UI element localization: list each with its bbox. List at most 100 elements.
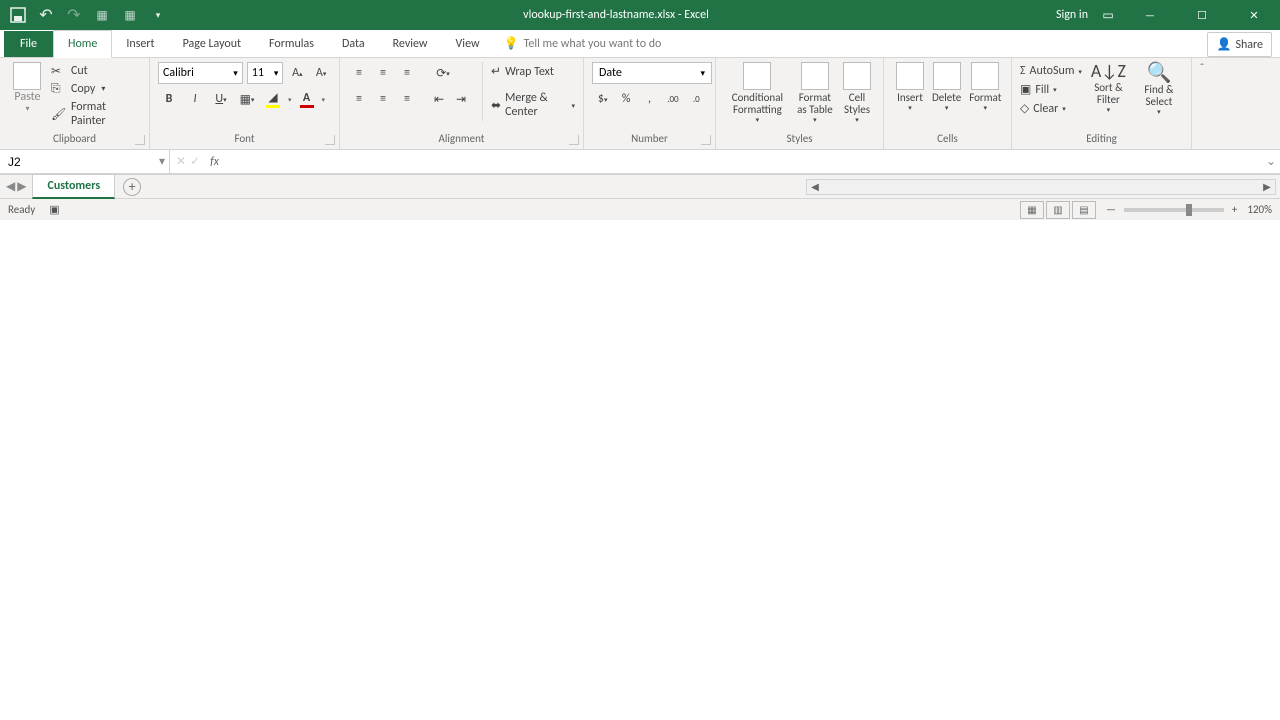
align-middle-button[interactable]: ≡	[372, 62, 394, 84]
zoom-in-button[interactable]: +	[1232, 203, 1237, 216]
cond-format-icon	[743, 62, 771, 90]
tellme-search[interactable]: 💡 Tell me what you want to do	[494, 30, 672, 57]
format-as-table-button[interactable]: Format as Table▾	[791, 62, 839, 124]
sheet-nav-next-icon[interactable]: ▶	[17, 179, 26, 194]
normal-view-button[interactable]: ▦	[1020, 201, 1044, 219]
cell-styles-button[interactable]: Cell Styles▾	[839, 62, 875, 124]
decrease-indent-button[interactable]: ⇤	[428, 88, 450, 110]
undo-icon[interactable]: ↶	[34, 3, 58, 27]
save-icon[interactable]	[6, 3, 30, 27]
chevron-down-icon: ▾	[233, 68, 238, 79]
fx-icon[interactable]: fx	[206, 155, 223, 169]
increase-indent-button[interactable]: ⇥	[450, 88, 472, 110]
align-center-button[interactable]: ≡	[372, 88, 394, 110]
zoom-slider[interactable]	[1124, 208, 1224, 212]
align-left-button[interactable]: ≡	[348, 88, 370, 110]
tab-review[interactable]: Review	[379, 31, 442, 57]
tab-data[interactable]: Data	[328, 31, 379, 57]
cancel-formula-icon[interactable]: ✕	[176, 154, 186, 169]
find-select-button[interactable]: 🔍Find & Select▾	[1135, 62, 1183, 118]
copy-button[interactable]: ⎘Copy ▾	[51, 80, 141, 98]
delete-cells-button[interactable]: Delete▾	[928, 62, 965, 112]
fill-color-button[interactable]: ◢	[262, 88, 284, 110]
sheet-tab-customers[interactable]: Customers	[32, 174, 115, 199]
sigma-icon: Σ	[1020, 64, 1026, 78]
lightbulb-icon: 💡	[504, 36, 518, 51]
window-title: vlookup-first-and-lastname.xlsx - Excel	[176, 8, 1056, 22]
qat-item[interactable]: ▦	[118, 3, 142, 27]
pagebreak-view-button[interactable]: ▤	[1072, 201, 1096, 219]
cellstyles-icon	[843, 62, 871, 90]
formula-input[interactable]	[223, 153, 1262, 171]
cut-button[interactable]: ✂Cut	[51, 62, 141, 80]
pagelayout-view-button[interactable]: ▥	[1046, 201, 1070, 219]
conditional-formatting-button[interactable]: Conditional Formatting▾	[724, 62, 791, 124]
chevron-down-icon[interactable]: ▾	[155, 154, 169, 169]
dialog-launcher-icon[interactable]	[701, 135, 711, 145]
comma-format-button[interactable]: ,	[639, 88, 660, 110]
accounting-format-button[interactable]: $▾	[592, 88, 613, 110]
signin-link[interactable]: Sign in	[1056, 8, 1088, 22]
scroll-left-icon[interactable]: ◀	[807, 180, 823, 193]
format-painter-button[interactable]: 🖌Format Painter	[51, 98, 141, 130]
ribbon-tabs: File Home Insert Page Layout Formulas Da…	[0, 30, 1280, 58]
sheet-nav-prev-icon[interactable]: ◀	[6, 179, 15, 194]
align-top-button[interactable]: ≡	[348, 62, 370, 84]
name-box[interactable]	[0, 153, 155, 171]
expand-formula-icon[interactable]: ⌄	[1262, 154, 1280, 169]
tab-home[interactable]: Home	[53, 30, 112, 58]
share-button[interactable]: 👤 Share	[1207, 32, 1272, 57]
italic-button[interactable]: I	[184, 88, 206, 110]
fill-button[interactable]: ▣Fill▾	[1020, 80, 1082, 99]
magnifier-icon: 🔍	[1146, 62, 1171, 84]
group-font: Calibri▾ 11▾ A▴ A▾ B I U ▾ ▦▾ ◢ ▾ A ▾ Fo…	[150, 58, 340, 149]
horizontal-scrollbar[interactable]: ◀ ▶	[806, 179, 1276, 195]
increase-font-button[interactable]: A▴	[287, 62, 307, 84]
zoom-level[interactable]: 120%	[1247, 203, 1272, 216]
increase-decimal-button[interactable]: .00	[662, 88, 683, 110]
macro-icon[interactable]: ▣	[49, 203, 59, 216]
close-button[interactable]: ✕	[1232, 1, 1276, 29]
scroll-right-icon[interactable]: ▶	[1259, 180, 1275, 193]
format-icon	[971, 62, 999, 90]
minimize-button[interactable]: —	[1128, 1, 1172, 29]
clear-button[interactable]: ◇Clear▾	[1020, 99, 1082, 118]
merge-center-button[interactable]: ⬌Merge & Center ▾	[491, 89, 575, 121]
paste-button[interactable]: Paste ▾	[8, 62, 47, 130]
decrease-font-button[interactable]: A▾	[311, 62, 331, 84]
collapse-ribbon-button[interactable]: ˆ	[1192, 58, 1212, 149]
decrease-decimal-button[interactable]: .0	[686, 88, 707, 110]
align-right-button[interactable]: ≡	[396, 88, 418, 110]
tab-insert[interactable]: Insert	[112, 31, 168, 57]
enter-formula-icon[interactable]: ✓	[190, 154, 200, 169]
insert-cells-button[interactable]: Insert▾	[892, 62, 928, 112]
qat-customize-icon[interactable]: ▾	[146, 3, 170, 27]
tab-formulas[interactable]: Formulas	[255, 31, 328, 57]
format-cells-button[interactable]: Format▾	[965, 62, 1005, 112]
zoom-out-button[interactable]: —	[1106, 203, 1116, 216]
orientation-button[interactable]: ⟳▾	[428, 62, 458, 84]
number-format-select[interactable]: Date▾	[592, 62, 712, 84]
border-button[interactable]: ▦▾	[236, 88, 258, 110]
dialog-launcher-icon[interactable]	[569, 135, 579, 145]
align-bottom-button[interactable]: ≡	[396, 62, 418, 84]
percent-format-button[interactable]: %	[615, 88, 636, 110]
underline-button[interactable]: U ▾	[210, 88, 232, 110]
font-name-select[interactable]: Calibri▾	[158, 62, 243, 84]
tab-file[interactable]: File	[4, 31, 53, 57]
add-sheet-button[interactable]: +	[123, 178, 141, 196]
font-size-select[interactable]: 11▾	[247, 62, 284, 84]
qat-item[interactable]: ▦	[90, 3, 114, 27]
maximize-button[interactable]: ☐	[1180, 1, 1224, 29]
tab-view[interactable]: View	[442, 31, 494, 57]
autosum-button[interactable]: ΣAutoSum ▾	[1020, 62, 1082, 80]
font-color-button[interactable]: A	[296, 88, 318, 110]
ribbon-display-icon[interactable]: ▭	[1096, 8, 1120, 23]
bold-button[interactable]: B	[158, 88, 180, 110]
group-clipboard: Paste ▾ ✂Cut ⎘Copy ▾ 🖌Format Painter Cli…	[0, 58, 150, 149]
wrap-text-button[interactable]: ↵Wrap Text	[491, 62, 575, 81]
dialog-launcher-icon[interactable]	[135, 135, 145, 145]
tab-pagelayout[interactable]: Page Layout	[169, 31, 255, 57]
dialog-launcher-icon[interactable]	[325, 135, 335, 145]
sort-filter-button[interactable]: A↓ZSort & Filter▾	[1086, 62, 1131, 118]
